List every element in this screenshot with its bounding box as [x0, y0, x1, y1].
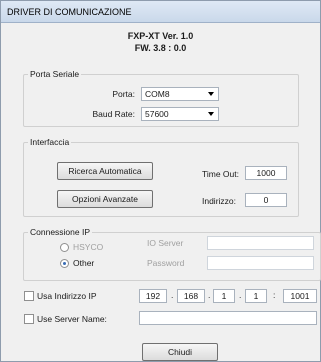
baud-rate-combobox[interactable]: 57600: [141, 107, 219, 121]
ip-octet-4[interactable]: 1: [245, 289, 267, 303]
address-label: Indirizzo:: [201, 196, 236, 206]
firmware-label: FW. 3.8 : 0.0: [134, 43, 187, 53]
ip-dot: .: [208, 290, 211, 300]
auto-search-button[interactable]: Ricerca Automatica: [57, 162, 153, 180]
hsyco-label: HSYCO: [73, 242, 104, 252]
close-button[interactable]: Chiudi: [142, 343, 218, 361]
ip-dot: .: [171, 290, 174, 300]
ip-octet-2[interactable]: 168: [177, 289, 205, 303]
driver-window: DRIVER DI COMUNICAZIONE FXP-XT Ver. 1.0 …: [0, 0, 321, 362]
other-radio[interactable]: [60, 259, 69, 268]
server-name-input[interactable]: [139, 311, 317, 325]
port-combobox[interactable]: COM8: [141, 87, 219, 101]
baud-rate-value: 57600: [145, 109, 169, 119]
password-label: Password: [147, 258, 185, 268]
io-server-input: [207, 236, 314, 250]
use-server-label: Use Server Name:: [37, 314, 107, 324]
use-ip-label: Usa Indirizzo IP: [37, 291, 97, 301]
ip-octet-1[interactable]: 192: [139, 289, 167, 303]
use-ip-checkbox[interactable]: [24, 291, 34, 301]
baud-rate-label: Baud Rate:: [92, 109, 135, 119]
ip-port-input[interactable]: 1001: [283, 289, 317, 303]
password-input: [207, 256, 314, 270]
use-server-checkbox[interactable]: [24, 314, 34, 324]
version-label: FXP-XT Ver. 1.0: [127, 31, 194, 41]
interface-legend: Interfaccia: [30, 137, 70, 147]
address-input[interactable]: 0: [245, 193, 287, 207]
timeout-label: Time Out:: [202, 169, 239, 179]
ip-octet-3[interactable]: 1: [213, 289, 235, 303]
ip-connection-legend: Connessione IP: [30, 227, 91, 237]
hsyco-radio[interactable]: [60, 243, 69, 252]
window-title: DRIVER DI COMUNICAZIONE: [1, 1, 320, 23]
other-label: Other: [73, 258, 95, 268]
io-server-label: IO Server: [147, 238, 184, 248]
port-value: COM8: [145, 89, 170, 99]
chevron-down-icon: [208, 112, 214, 116]
timeout-input[interactable]: 1000: [245, 166, 287, 180]
port-label: Porta:: [112, 89, 135, 99]
serial-port-legend: Porta Seriale: [30, 69, 80, 79]
advanced-options-button[interactable]: Opzioni Avanzate: [57, 190, 153, 208]
ip-dot: .: [239, 290, 242, 300]
port-separator: :: [273, 290, 276, 300]
chevron-down-icon: [208, 92, 214, 96]
